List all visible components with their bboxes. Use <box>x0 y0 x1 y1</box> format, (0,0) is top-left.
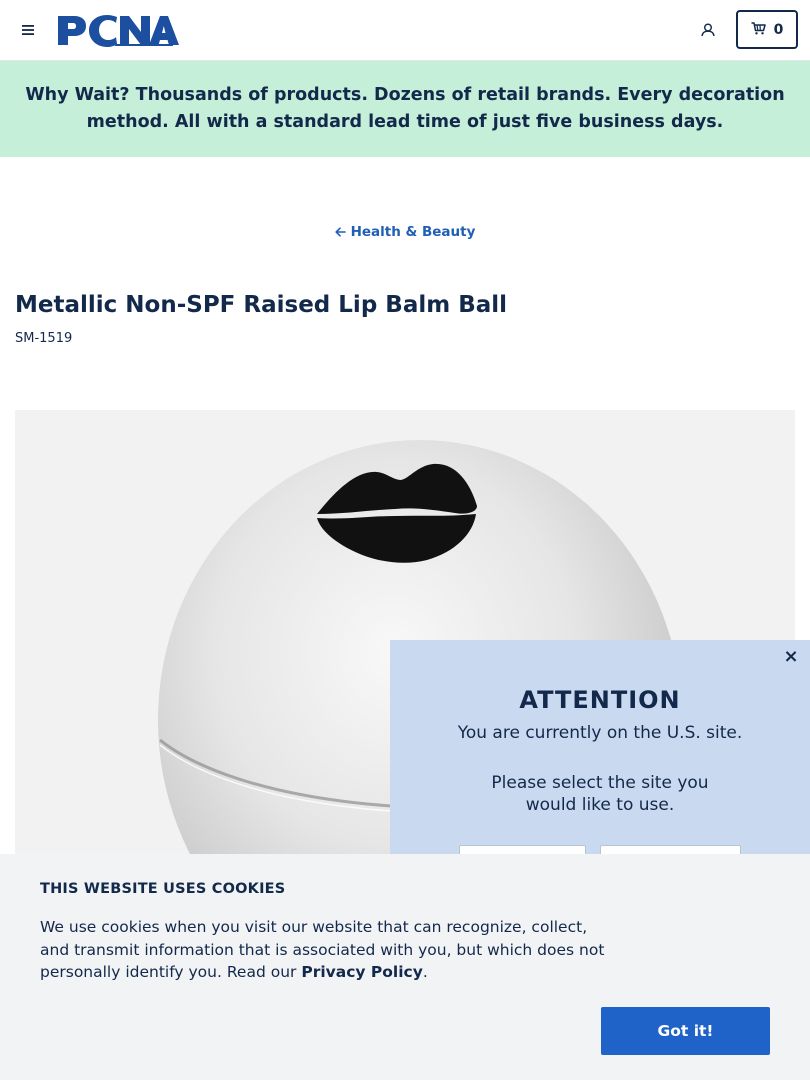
user-icon[interactable] <box>697 19 719 41</box>
accept-cookies-button[interactable]: Got it! <box>601 1007 770 1055</box>
pcna-logo-graphic <box>58 15 179 47</box>
cart-count: 0 <box>773 21 784 38</box>
attention-prompt: Please select the site you would like to… <box>491 773 709 815</box>
privacy-policy-link[interactable]: Privacy Policy <box>301 963 423 981</box>
breadcrumb: Health & Beauty <box>0 224 810 241</box>
close-icon[interactable]: × <box>783 648 799 666</box>
cookie-title: THIS WEBSITE USES COOKIES <box>40 881 286 897</box>
pcna-logo[interactable] <box>57 14 179 48</box>
site-header: 0 <box>0 0 810 61</box>
promo-body: Thousands of products. Dozens of retail … <box>86 85 785 132</box>
cookie-period: . <box>422 963 428 981</box>
cookie-text: We use cookies when you visit our websit… <box>40 916 620 984</box>
product-sku: SM-1519 <box>15 331 73 346</box>
attention-message: You are currently on the U.S. site. <box>457 723 743 743</box>
cart-button[interactable]: 0 <box>736 10 798 49</box>
cookie-banner: THIS WEBSITE USES COOKIES We use cookies… <box>0 854 810 1080</box>
hamburger-menu-icon[interactable] <box>18 19 38 41</box>
promo-text: Why Wait? Thousands of products. Dozens … <box>12 82 798 136</box>
cart-icon <box>751 20 766 39</box>
attention-heading: ATTENTION <box>519 686 681 714</box>
promo-banner: Why Wait? Thousands of products. Dozens … <box>0 61 810 157</box>
back-link-label: Health & Beauty <box>350 224 476 240</box>
back-link[interactable]: Health & Beauty <box>334 224 476 240</box>
product-title: Metallic Non-SPF Raised Lip Balm Ball <box>15 292 508 318</box>
arrow-left-icon <box>334 227 346 237</box>
promo-lead: Why Wait? <box>25 85 130 105</box>
page: 0 Why Wait? Thousands of products. Dozen… <box>0 0 810 1080</box>
